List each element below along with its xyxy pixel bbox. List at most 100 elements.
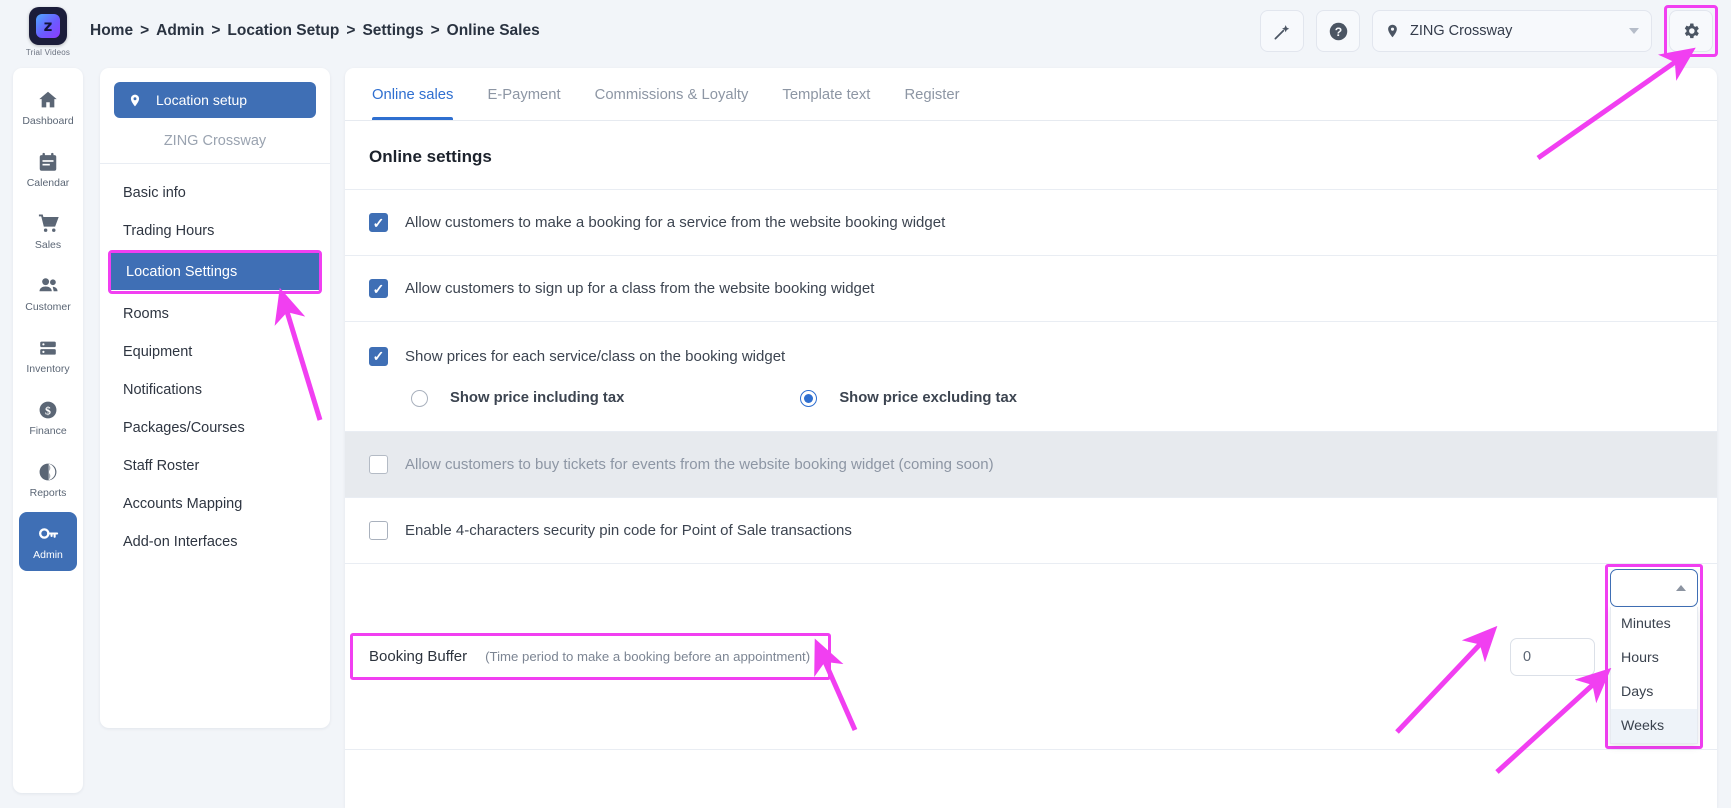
unit-option-minutes[interactable]: Minutes [1611, 607, 1697, 641]
subnav-item-basic-info[interactable]: Basic info [100, 174, 330, 211]
breadcrumb-item-location-setup[interactable]: Location Setup [227, 22, 339, 40]
shopping-cart-icon [38, 214, 59, 232]
tab-commissions-loyalty[interactable]: Commissions & Loyalty [578, 69, 766, 120]
unit-option-hours[interactable]: Hours [1611, 641, 1697, 675]
sidebar-item-label: Admin [33, 549, 63, 561]
help-button[interactable]: ? [1316, 10, 1360, 52]
tax-display-radio-group: Show price including tax Show price excl… [369, 389, 1017, 407]
magic-wand-button[interactable] [1260, 10, 1304, 52]
magic-wand-icon [1274, 24, 1289, 39]
subnav-item-label: Accounts Mapping [123, 495, 243, 512]
breadcrumb-separator: > [140, 22, 150, 39]
booking-buffer-hint: (Time period to make a booking before an… [485, 649, 811, 664]
brand-logo[interactable]: z Trial Videos [0, 7, 96, 57]
breadcrumb: Home > Admin > Location Setup > Settings… [90, 22, 540, 40]
location-setup-header[interactable]: Location setup [114, 82, 316, 118]
subnav-item-notifications[interactable]: Notifications [100, 371, 330, 408]
checkbox-enable-pin-code[interactable] [369, 521, 388, 540]
subnav-item-rooms[interactable]: Rooms [100, 295, 330, 332]
sidebar-item-customer[interactable]: Customer [19, 264, 77, 323]
breadcrumb-separator: > [346, 22, 356, 39]
radio-label: Show price excluding tax [839, 390, 1017, 406]
help-circle-icon: ? [1329, 22, 1347, 40]
subnav-item-staff-roster[interactable]: Staff Roster [100, 447, 330, 484]
main-content-card: Online sales E-Payment Commissions & Loy… [345, 68, 1717, 808]
sidebar-item-label: Sales [34, 239, 62, 251]
unit-option-weeks[interactable]: Weeks [1611, 709, 1697, 743]
sidebar-item-finance[interactable]: $ Finance [19, 388, 77, 447]
checkbox-show-prices[interactable]: ✓ [369, 346, 388, 366]
sidebar-item-label: Customer [25, 301, 71, 313]
breadcrumb-separator: > [211, 22, 221, 39]
tab-template-text[interactable]: Template text [765, 69, 887, 120]
tab-e-payment[interactable]: E-Payment [470, 69, 577, 120]
subnav-item-equipment[interactable]: Equipment [100, 333, 330, 370]
map-pin-icon [1388, 24, 1397, 38]
option-row-show-prices: ✓ Show prices for each service/class on … [345, 321, 1717, 431]
option-label: Allow customers to buy tickets for event… [405, 456, 994, 473]
option-row-booking-service[interactable]: ✓ Allow customers to make a booking for … [345, 189, 1717, 255]
option-row-class-signup[interactable]: ✓ Allow customers to sign up for a class… [345, 255, 1717, 321]
tab-label: Online sales [372, 86, 454, 103]
svg-text:?: ? [1334, 24, 1341, 38]
settings-tabs: Online sales E-Payment Commissions & Loy… [345, 68, 1717, 121]
people-icon [38, 278, 58, 292]
radio-excluding-tax[interactable] [800, 389, 818, 407]
location-setup-header-label: Location setup [156, 92, 248, 108]
booking-buffer-label: Booking Buffer [369, 648, 468, 665]
tab-label: E-Payment [487, 86, 561, 103]
radio-option-excluding-tax[interactable]: Show price excluding tax [800, 389, 1017, 407]
option-row-event-tickets: Allow customers to buy tickets for event… [345, 431, 1717, 497]
sidebar-item-admin[interactable]: Admin [19, 512, 77, 571]
radio-option-including-tax[interactable]: Show price including tax [411, 389, 624, 407]
chevron-up-icon [1676, 585, 1686, 591]
tab-label: Template text [782, 86, 871, 103]
radio-including-tax[interactable] [411, 389, 428, 407]
booking-buffer-unit-options: Minutes Hours Days Weeks [1610, 607, 1698, 744]
subnav-item-label: Rooms [123, 305, 169, 322]
dollar-coin-icon: $ [39, 401, 57, 418]
option-row-pin-code[interactable]: Enable 4-characters security pin code fo… [345, 497, 1717, 563]
sidebar-item-label: Reports [29, 486, 67, 499]
subnav-item-label: Basic info [123, 184, 186, 201]
booking-buffer-unit-select[interactable] [1610, 569, 1698, 607]
page-title: Online settings [369, 147, 492, 166]
breadcrumb-item-admin[interactable]: Admin [156, 22, 204, 40]
unit-option-days[interactable]: Days [1611, 675, 1697, 709]
sidebar-item-inventory[interactable]: Inventory [19, 326, 77, 385]
tab-online-sales[interactable]: Online sales [355, 69, 470, 120]
tab-register[interactable]: Register [887, 69, 976, 120]
subnav-item-location-settings[interactable]: Location Settings [111, 253, 319, 290]
checkbox-allow-class-signup[interactable]: ✓ [369, 279, 388, 298]
booking-buffer-amount-input[interactable]: 0 [1510, 637, 1595, 676]
check-icon: ✓ [372, 348, 385, 364]
sidebar-item-label: Dashboard [22, 114, 74, 127]
subnav-item-label: Packages/Courses [123, 419, 245, 436]
subnav-item-label: Location Settings [126, 263, 238, 280]
location-selector[interactable]: ZING Crossway [1372, 10, 1652, 52]
top-bar: z Trial Videos Home > Admin > Location S… [0, 0, 1731, 62]
sidebar-item-reports[interactable]: Reports [19, 450, 77, 509]
sidebar-item-sales[interactable]: Sales [19, 202, 77, 261]
chevron-down-icon [1629, 28, 1639, 34]
check-icon: ✓ [372, 214, 385, 231]
settings-button[interactable] [1669, 10, 1713, 52]
subnav-item-accounts-mapping[interactable]: Accounts Mapping [100, 485, 330, 522]
checkbox-allow-service-booking[interactable]: ✓ [369, 213, 388, 232]
svg-text:$: $ [45, 403, 51, 417]
logo-tile: z [29, 7, 67, 45]
primary-sidebar: Dashboard Calendar Sales Customer Invent… [13, 68, 83, 793]
breadcrumb-item-home[interactable]: Home [90, 22, 133, 40]
breadcrumb-item-settings[interactable]: Settings [362, 22, 423, 40]
sidebar-item-dashboard[interactable]: Dashboard [19, 78, 77, 137]
subnav-item-add-on-interfaces[interactable]: Add-on Interfaces [100, 523, 330, 560]
subnav-item-trading-hours[interactable]: Trading Hours [100, 212, 330, 249]
location-selector-value: ZING Crossway [1410, 23, 1513, 39]
breadcrumb-item-online-sales[interactable]: Online Sales [447, 22, 540, 40]
sidebar-item-calendar[interactable]: Calendar [19, 140, 77, 199]
settings-button-highlight [1664, 5, 1718, 57]
subnav-item-packages-courses[interactable]: Packages/Courses [100, 409, 330, 446]
sidebar-item-label: Inventory [26, 362, 70, 375]
check-icon: ✓ [372, 280, 385, 297]
tab-label: Commissions & Loyalty [594, 86, 749, 103]
